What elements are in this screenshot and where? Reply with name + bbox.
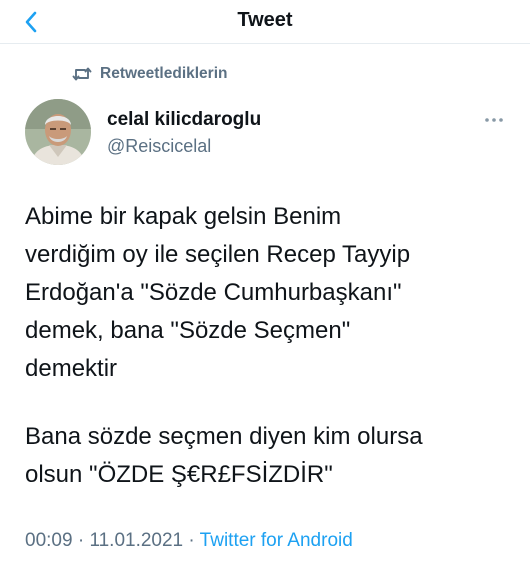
tweet-paragraph-2: Bana sözde seçmen diyen kim olursa olsun… [25, 418, 515, 494]
tweet-line: demek, bana "Sözde Seçmen" [25, 317, 351, 344]
avatar-photo [25, 99, 91, 165]
author-handle[interactable]: @Reiscicelal [107, 136, 211, 157]
tweet-source-link[interactable]: Twitter for Android [200, 530, 353, 551]
tweet-date[interactable]: 11.01.2021 [89, 530, 183, 551]
retweet-icon [72, 66, 92, 82]
tweet-line: Erdoğan'a "Sözde Cumhurbaşkanı" [25, 279, 402, 306]
page-title: Tweet [237, 9, 293, 31]
retweet-indicator[interactable]: Retweetlediklerin [72, 63, 228, 85]
meta-separator: · [183, 530, 200, 551]
tweet-meta: 00:09 · 11.01.2021 · Twitter for Android [25, 530, 353, 552]
tweet-line: olsun "ÖZDE Ş€R£FSİZDİR" [25, 461, 333, 488]
more-button[interactable] [482, 112, 506, 128]
tweet-line: demektir [25, 355, 118, 382]
meta-separator: · [72, 530, 90, 551]
author-name[interactable]: celal kilicdaroglu [107, 109, 261, 131]
avatar[interactable] [25, 99, 91, 165]
more-horizontal-icon [485, 118, 503, 122]
tweet-line: Bana sözde seçmen diyen kim olursa [25, 423, 423, 450]
top-bar: Tweet [0, 0, 530, 44]
tweet-paragraph-1: Abime bir kapak gelsin Benim verdiğim oy… [25, 198, 515, 388]
retweet-label: Retweetlediklerin [100, 65, 228, 82]
tweet-time[interactable]: 00:09 [25, 530, 73, 551]
tweet-line: Abime bir kapak gelsin Benim [25, 203, 342, 230]
tweet-line: verdiğim oy ile seçilen Recep Tayyip [25, 241, 411, 268]
